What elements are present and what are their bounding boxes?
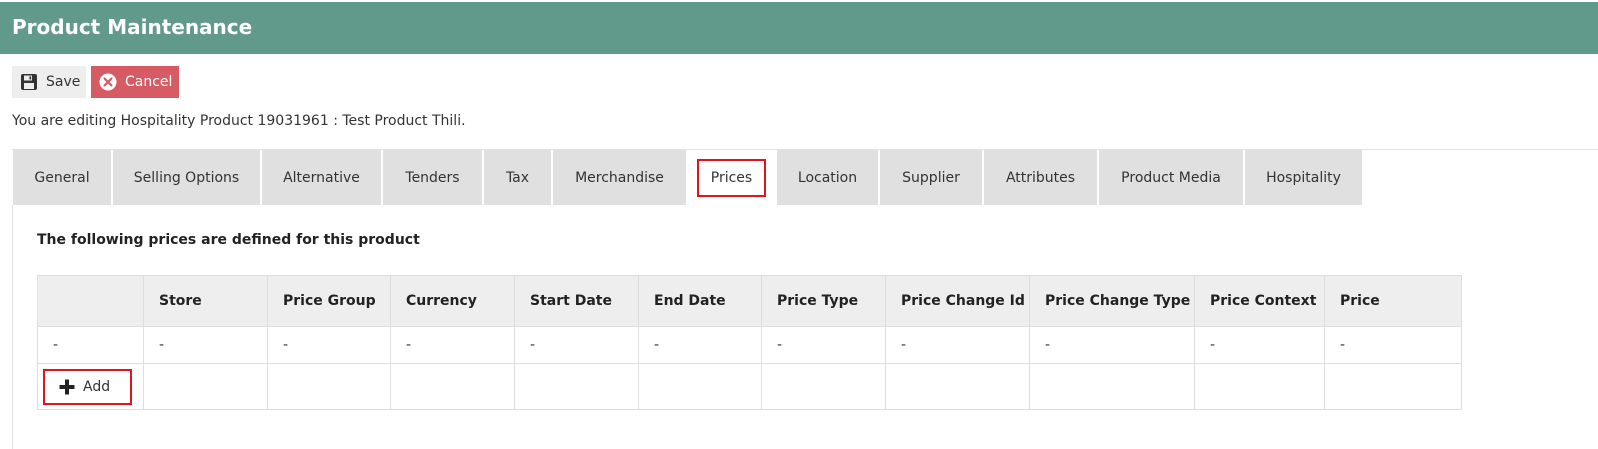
add-cell: Add bbox=[37, 363, 144, 410]
tab-label: Attributes bbox=[1005, 169, 1076, 186]
table-cell bbox=[267, 363, 391, 410]
column-header-price-change-id: Price Change Id bbox=[885, 275, 1030, 327]
cancel-button-label: Cancel bbox=[125, 74, 173, 90]
table-cell bbox=[514, 363, 639, 410]
table-add-row: Add bbox=[37, 363, 1462, 410]
save-icon bbox=[20, 73, 38, 91]
table-cell bbox=[1324, 363, 1462, 410]
column-header bbox=[37, 275, 144, 327]
table-cell bbox=[885, 363, 1030, 410]
table-cell: - bbox=[514, 326, 639, 364]
table-cell: - bbox=[761, 326, 886, 364]
column-header-start-date: Start Date bbox=[514, 275, 639, 327]
table-cell: - bbox=[638, 326, 762, 364]
column-header-store: Store bbox=[143, 275, 268, 327]
tab-attributes[interactable]: Attributes bbox=[984, 150, 1097, 205]
tab-merchandise[interactable]: Merchandise bbox=[553, 150, 686, 205]
column-header-price-group: Price Group bbox=[267, 275, 391, 327]
tab-supplier[interactable]: Supplier bbox=[880, 150, 982, 205]
editing-notice: You are editing Hospitality Product 1903… bbox=[12, 113, 466, 129]
tab-prices[interactable]: Prices bbox=[688, 150, 775, 205]
column-header-price-context: Price Context bbox=[1194, 275, 1325, 327]
table-cell: - bbox=[885, 326, 1030, 364]
table-row: - - - - - - - - - - - bbox=[37, 326, 1462, 364]
column-header-price-change-type: Price Change Type bbox=[1029, 275, 1195, 327]
title-bar: Product Maintenance bbox=[0, 2, 1598, 54]
tab-label: Location bbox=[797, 169, 858, 186]
save-button[interactable]: Save bbox=[12, 66, 86, 98]
table-cell: - bbox=[143, 326, 268, 364]
prices-table: Store Price Group Currency Start Date En… bbox=[37, 275, 1462, 410]
column-header-price-type: Price Type bbox=[761, 275, 886, 327]
table-cell: - bbox=[37, 326, 144, 364]
table-cell bbox=[761, 363, 886, 410]
tab-label: Tax bbox=[505, 169, 530, 186]
add-price-button[interactable]: Add bbox=[43, 368, 133, 405]
tab-location[interactable]: Location bbox=[777, 150, 878, 205]
tab-label: Product Media bbox=[1121, 169, 1221, 186]
tab-general[interactable]: General bbox=[13, 150, 111, 205]
table-cell: - bbox=[1194, 326, 1325, 364]
table-header-row: Store Price Group Currency Start Date En… bbox=[37, 275, 1462, 327]
table-cell: - bbox=[390, 326, 515, 364]
cancel-button[interactable]: Cancel bbox=[91, 66, 179, 98]
tab-tax[interactable]: Tax bbox=[484, 150, 551, 205]
table-cell: - bbox=[1029, 326, 1195, 364]
column-header-currency: Currency bbox=[390, 275, 515, 327]
tab-label: Alternative bbox=[283, 169, 360, 186]
tab-label: Prices bbox=[696, 158, 767, 197]
tab-product-media[interactable]: Product Media bbox=[1099, 150, 1243, 205]
table-cell bbox=[390, 363, 515, 410]
tab-alternative[interactable]: Alternative bbox=[262, 150, 381, 205]
save-button-label: Save bbox=[46, 74, 81, 90]
close-circle-icon bbox=[99, 73, 117, 91]
add-button-label: Add bbox=[83, 378, 111, 395]
tab-selling-options[interactable]: Selling Options bbox=[113, 150, 260, 205]
prices-section-title: The following prices are defined for thi… bbox=[37, 232, 420, 248]
panel-border bbox=[12, 205, 13, 449]
tab-label: Tenders bbox=[405, 169, 460, 186]
table-cell bbox=[638, 363, 762, 410]
table-cell bbox=[1194, 363, 1325, 410]
page-title: Product Maintenance bbox=[12, 15, 253, 39]
tab-label: Supplier bbox=[902, 169, 960, 186]
tab-label: General bbox=[34, 169, 90, 186]
plus-icon bbox=[59, 379, 75, 395]
tab-label: Selling Options bbox=[133, 169, 240, 186]
table-cell bbox=[1029, 363, 1195, 410]
column-header-end-date: End Date bbox=[638, 275, 762, 327]
table-cell: - bbox=[1324, 326, 1462, 364]
tab-label: Hospitality bbox=[1266, 169, 1341, 186]
table-cell: - bbox=[267, 326, 391, 364]
column-header-price: Price bbox=[1324, 275, 1462, 327]
tab-tenders[interactable]: Tenders bbox=[383, 150, 482, 205]
tab-hospitality[interactable]: Hospitality bbox=[1245, 150, 1362, 205]
tab-label: Merchandise bbox=[575, 169, 664, 186]
table-cell bbox=[143, 363, 268, 410]
